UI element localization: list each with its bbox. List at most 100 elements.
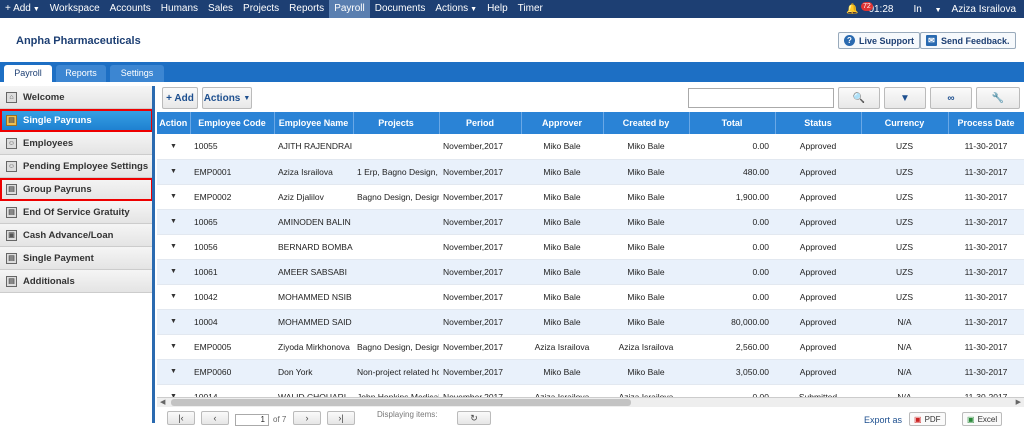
row-action-icon[interactable]: ▼: [157, 359, 190, 385]
nav-item-help[interactable]: Help: [482, 0, 513, 18]
user-menu[interactable]: Aziza Israilova: [952, 4, 1016, 15]
row-action-icon[interactable]: ▼: [157, 209, 190, 235]
scrollbar-thumb[interactable]: [171, 399, 631, 406]
sidebar-item-pending-employee-settings[interactable]: ☺ Pending Employee Settings: [0, 155, 153, 178]
table-cell: November,2017: [439, 309, 521, 335]
table-cell: 11-30-2017: [948, 384, 1024, 397]
nav-item-documents[interactable]: Documents: [370, 0, 431, 18]
table-cell: Non-project related ho: [353, 359, 439, 385]
table-cell: Miko Bale: [521, 134, 603, 160]
table-cell: Aziza Israilova: [603, 334, 689, 360]
table-row[interactable]: ▼ 10061 AMEER SABSABI November,2017 Miko Bal…: [157, 259, 1024, 285]
table-row[interactable]: ▼ EMP0005 Ziyoda Mirkhonova Bagno Design, D…: [157, 334, 1024, 360]
link-button[interactable]: ∞: [930, 87, 972, 109]
tab-payroll[interactable]: Payroll: [4, 65, 52, 82]
nav-item-workspace[interactable]: Workspace: [45, 0, 105, 18]
table-cell: Miko Bale: [603, 284, 689, 310]
column-header[interactable]: Employee Name: [274, 112, 354, 134]
column-header[interactable]: Status: [775, 112, 862, 134]
send-feedback-button[interactable]: ✉ Send Feedback.: [920, 32, 1016, 49]
nav-item-actions[interactable]: Actions ▼: [430, 0, 482, 18]
column-header[interactable]: Action: [157, 112, 191, 134]
sidebar-item-employees[interactable]: ☺ Employees: [0, 132, 153, 155]
scroll-left-icon[interactable]: ◀: [160, 398, 165, 406]
table-row[interactable]: ▼ 10042 MOHAMMED NSIB November,2017 Miko Bal…: [157, 284, 1024, 310]
nav-item-projects[interactable]: Projects: [238, 0, 284, 18]
filter-button[interactable]: ▼: [884, 87, 926, 109]
sidebar-item-welcome[interactable]: ⌂ Welcome: [0, 86, 153, 109]
sidebar-item-additionals[interactable]: ▤ Additionals: [0, 270, 153, 293]
nav-item-sales[interactable]: Sales: [203, 0, 238, 18]
export-excel-button[interactable]: ▣ Excel: [962, 412, 1003, 426]
tab-reports[interactable]: Reports: [56, 65, 106, 82]
company-name: Anpha Pharmaceuticals: [16, 35, 141, 47]
column-header[interactable]: Process Date: [948, 112, 1024, 134]
table-row[interactable]: ▼ 10014 WALID CHOUARI John Hopkins Medical N…: [157, 384, 1024, 397]
table-cell: 10042: [190, 284, 274, 310]
table-cell: [353, 209, 439, 235]
table-row[interactable]: ▼ EMP0001 Aziza Israilova 1 Erp, Bagno Desi…: [157, 159, 1024, 185]
table-row[interactable]: ▼ 10055 AJITH RAJENDRAI November,2017 Miko B…: [157, 134, 1024, 160]
search-input[interactable]: [688, 88, 834, 108]
column-header[interactable]: Approver: [521, 112, 604, 134]
table-row[interactable]: ▼ 10056 BERNARD BOMBA November,2017 Miko Bal…: [157, 234, 1024, 260]
scroll-right-icon[interactable]: ▶: [1016, 398, 1021, 406]
export-pdf-button[interactable]: ▣ PDF: [909, 412, 946, 426]
table-row[interactable]: ▼ 10004 MOHAMMED SAID November,2017 Miko Bal…: [157, 309, 1024, 335]
table-cell: Approved: [775, 334, 861, 360]
row-action-icon[interactable]: ▼: [157, 384, 190, 397]
search-button[interactable]: 🔍: [838, 87, 880, 109]
nav-item-humans[interactable]: Humans: [156, 0, 203, 18]
table-cell: 2,560.00: [689, 334, 775, 360]
row-action-icon[interactable]: ▼: [157, 184, 190, 210]
row-action-icon[interactable]: ▼: [157, 309, 190, 335]
table-cell: November,2017: [439, 184, 521, 210]
table-cell: Miko Bale: [521, 184, 603, 210]
nav-item-reports[interactable]: Reports: [284, 0, 329, 18]
column-header[interactable]: Employee Code: [190, 112, 275, 134]
page-number-input[interactable]: 1: [235, 414, 269, 426]
table-row[interactable]: ▼ EMP0002 Aziz Djalilov Bagno Design, Desig…: [157, 184, 1024, 210]
sidebar-item-group-payruns[interactable]: ▤ Group Payruns: [0, 178, 153, 201]
column-header[interactable]: Projects: [353, 112, 440, 134]
nav-item-accounts[interactable]: Accounts: [105, 0, 156, 18]
table-cell: AMEER SABSABI: [274, 259, 353, 285]
nav-item-payroll[interactable]: Payroll: [329, 0, 370, 18]
row-action-icon[interactable]: ▼: [157, 259, 190, 285]
table-cell: 11-30-2017: [948, 184, 1024, 210]
status-dropdown[interactable]: In ▼: [903, 4, 941, 15]
horizontal-scrollbar[interactable]: ◀ ▶: [157, 397, 1024, 407]
nav-item-timer[interactable]: Timer: [513, 0, 548, 18]
sidebar-icon: ▤: [6, 183, 17, 195]
table-cell: Aziza Israilova: [274, 159, 353, 185]
sidebar-item-cash-advance-loan[interactable]: ▣ Cash Advance/Loan: [0, 224, 153, 247]
live-support-button[interactable]: ? Live Support: [838, 32, 921, 49]
table-cell: UZS: [861, 209, 948, 235]
row-action-icon[interactable]: ▼: [157, 159, 190, 185]
settings-button[interactable]: 🔧: [976, 87, 1020, 109]
payroll-sidebar: ⌂ Welcome ▤ Single Payruns ☺ Employees ☺ Pendin…: [0, 86, 154, 423]
table-cell: EMP0002: [190, 184, 274, 210]
column-header[interactable]: Period: [439, 112, 522, 134]
row-action-icon[interactable]: ▼: [157, 284, 190, 310]
sidebar-item-single-payruns[interactable]: ▤ Single Payruns: [0, 109, 153, 132]
sidebar-item-end-of-service-gratuity[interactable]: ▤ End Of Service Gratuity: [0, 201, 153, 224]
column-header[interactable]: Total: [689, 112, 776, 134]
notification-bell-icon[interactable]: 🔔 72: [846, 1, 873, 15]
add-button[interactable]: + Add: [162, 87, 198, 109]
nav-item-add[interactable]: + Add ▼: [0, 0, 45, 18]
sidebar-item-single-payment[interactable]: ▤ Single Payment: [0, 247, 153, 270]
search-icon: 🔍: [852, 92, 866, 104]
row-action-icon[interactable]: ▼: [157, 134, 190, 160]
row-action-icon[interactable]: ▼: [157, 334, 190, 360]
column-header[interactable]: Currency: [861, 112, 949, 134]
column-header[interactable]: Created by: [603, 112, 690, 134]
table-cell: 11-30-2017: [948, 209, 1024, 235]
actions-button[interactable]: Actions ▼: [202, 87, 252, 109]
sidebar-splitter[interactable]: [152, 86, 155, 423]
table-cell: Miko Bale: [603, 234, 689, 260]
row-action-icon[interactable]: ▼: [157, 234, 190, 260]
tab-settings[interactable]: Settings: [110, 65, 164, 82]
table-row[interactable]: ▼ 10065 AMINODEN BALIN November,2017 Miko Ba…: [157, 209, 1024, 235]
table-row[interactable]: ▼ EMP0060 Don York Non-project related ho No…: [157, 359, 1024, 385]
